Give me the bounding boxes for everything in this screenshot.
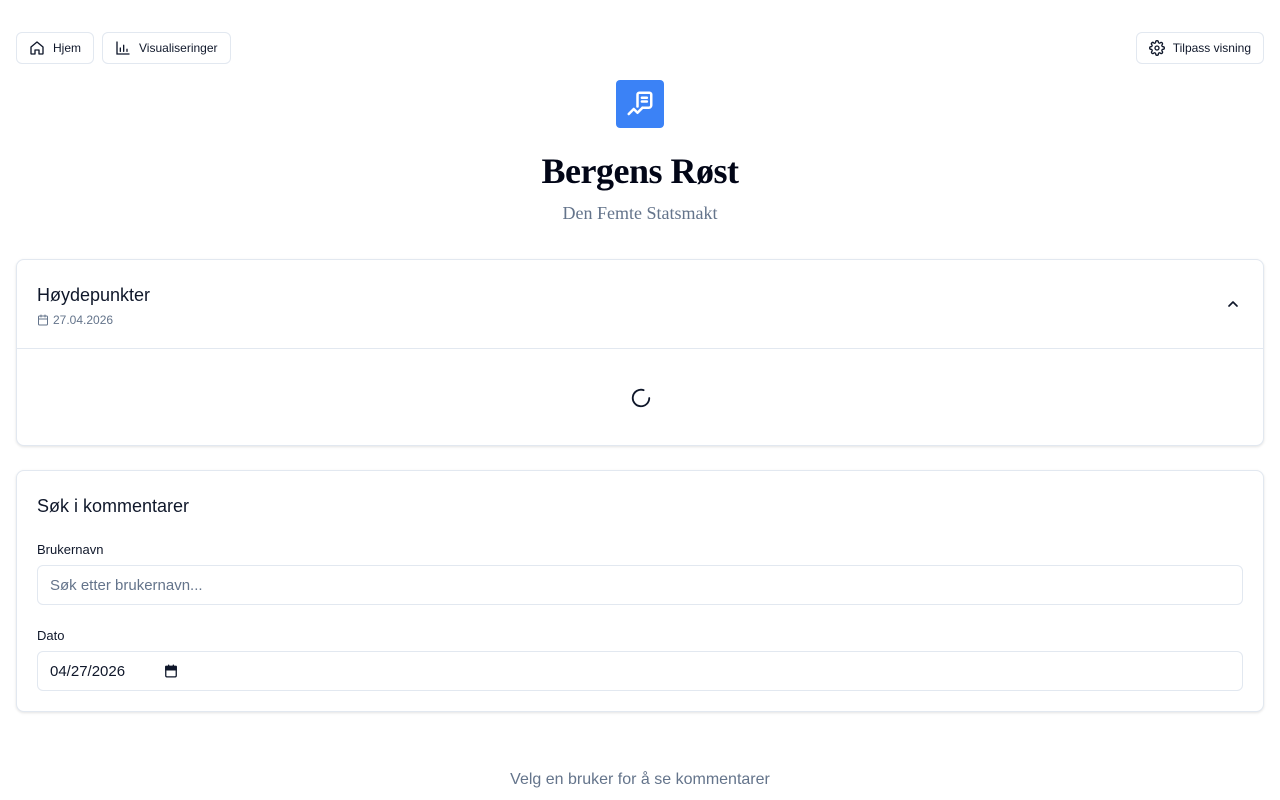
search-comments-title: Søk i kommentarer bbox=[37, 496, 190, 516]
visualizations-button[interactable]: Visualiseringer bbox=[102, 32, 231, 64]
app-logo bbox=[616, 80, 664, 128]
username-search-input[interactable] bbox=[37, 565, 1243, 605]
calendar-picker-icon[interactable] bbox=[164, 664, 178, 678]
search-comments-card: Søk i kommentarer Brukernavn Dato 04/27/… bbox=[16, 470, 1264, 712]
home-icon bbox=[30, 41, 44, 55]
top-navigation: Hjem Visualiseringer Tilpass visning bbox=[16, 32, 1264, 64]
home-button[interactable]: Hjem bbox=[16, 32, 95, 64]
highlights-date-text: 27.04.2026 bbox=[53, 313, 114, 327]
calendar-icon bbox=[38, 314, 48, 326]
visualizations-button-label: Visualiseringer bbox=[139, 41, 218, 55]
username-label: Brukernavn bbox=[37, 542, 104, 557]
date-input[interactable]: 04/27/2026 bbox=[37, 651, 1243, 691]
nav-left-group: Hjem Visualiseringer bbox=[16, 32, 231, 64]
customize-view-button[interactable]: Tilpass visning bbox=[1135, 32, 1264, 64]
chevron-up-icon[interactable] bbox=[1225, 296, 1241, 312]
date-label: Dato bbox=[37, 628, 65, 643]
highlights-title: Høydepunkter bbox=[37, 285, 151, 305]
gear-icon bbox=[1148, 40, 1165, 56]
empty-state-message: Velg en bruker for å se kommentarer bbox=[510, 771, 770, 788]
customize-view-button-label: Tilpass visning bbox=[1172, 41, 1251, 55]
highlights-card: Høydepunkter 27.04.2026 bbox=[16, 259, 1264, 446]
page-title: Bergens Røst bbox=[541, 151, 739, 191]
highlights-date: 27.04.2026 bbox=[37, 313, 113, 327]
date-input-value: 04/27/2026 bbox=[50, 662, 126, 680]
spinner-icon bbox=[631, 388, 651, 408]
highlights-header[interactable]: Høydepunkter 27.04.2026 bbox=[17, 260, 1263, 349]
home-button-label: Hjem bbox=[53, 41, 82, 55]
page-subtitle: Den Femte Statsmakt bbox=[562, 203, 718, 223]
bar-chart-icon bbox=[116, 41, 130, 55]
nav-right-group: Tilpass visning bbox=[1135, 32, 1264, 64]
receipt-chart-icon bbox=[627, 91, 653, 116]
